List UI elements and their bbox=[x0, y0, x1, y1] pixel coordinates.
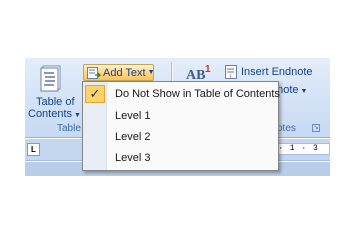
add-text-label: Add Text bbox=[103, 66, 146, 79]
menu-item-label: Level 2 bbox=[115, 131, 151, 143]
toc-button-label-line2[interactable]: Contents ▼ bbox=[28, 108, 81, 120]
add-text-dropdown-menu: ✓ Do Not Show in Table of Contents Level… bbox=[82, 81, 280, 171]
tab-selector-button[interactable]: L bbox=[27, 143, 40, 156]
footnote-superscript: 1 bbox=[205, 64, 211, 75]
menu-item-level-2[interactable]: Level 2 bbox=[84, 127, 277, 147]
menu-item-level-1[interactable]: Level 1 bbox=[84, 106, 277, 126]
group-label-table-of-contents: Table bbox=[57, 123, 81, 134]
toc-button-label-line1[interactable]: Table of bbox=[36, 96, 76, 108]
insert-endnote-button[interactable]: i Insert Endnote bbox=[225, 65, 313, 80]
table-of-contents-icon[interactable] bbox=[40, 65, 64, 92]
menu-item-do-not-show[interactable]: ✓ Do Not Show in Table of Contents bbox=[84, 84, 280, 104]
chevron-down-icon: ▼ bbox=[300, 88, 308, 95]
add-text-icon bbox=[87, 66, 102, 79]
toc-button-label: Contents bbox=[28, 108, 73, 120]
dialog-launcher-icon[interactable]: ↘ bbox=[312, 124, 320, 132]
chevron-down-icon: ▼ bbox=[74, 112, 81, 119]
menu-item-label: Level 1 bbox=[115, 110, 151, 122]
menu-item-label: Do Not Show in Table of Contents bbox=[115, 88, 280, 100]
menu-item-level-3[interactable]: Level 3 bbox=[84, 148, 277, 168]
group-label-footnotes: otes bbox=[277, 123, 296, 134]
checkmark-icon: ✓ bbox=[85, 85, 105, 103]
chevron-down-icon: ▼ bbox=[147, 69, 155, 76]
add-text-button[interactable]: Add Text ▼ bbox=[83, 64, 155, 81]
svg-text:i: i bbox=[230, 74, 231, 79]
menu-item-label: Level 3 bbox=[115, 152, 151, 164]
insert-endnote-icon: i bbox=[225, 65, 239, 80]
insert-endnote-label: Insert Endnote bbox=[241, 66, 313, 78]
